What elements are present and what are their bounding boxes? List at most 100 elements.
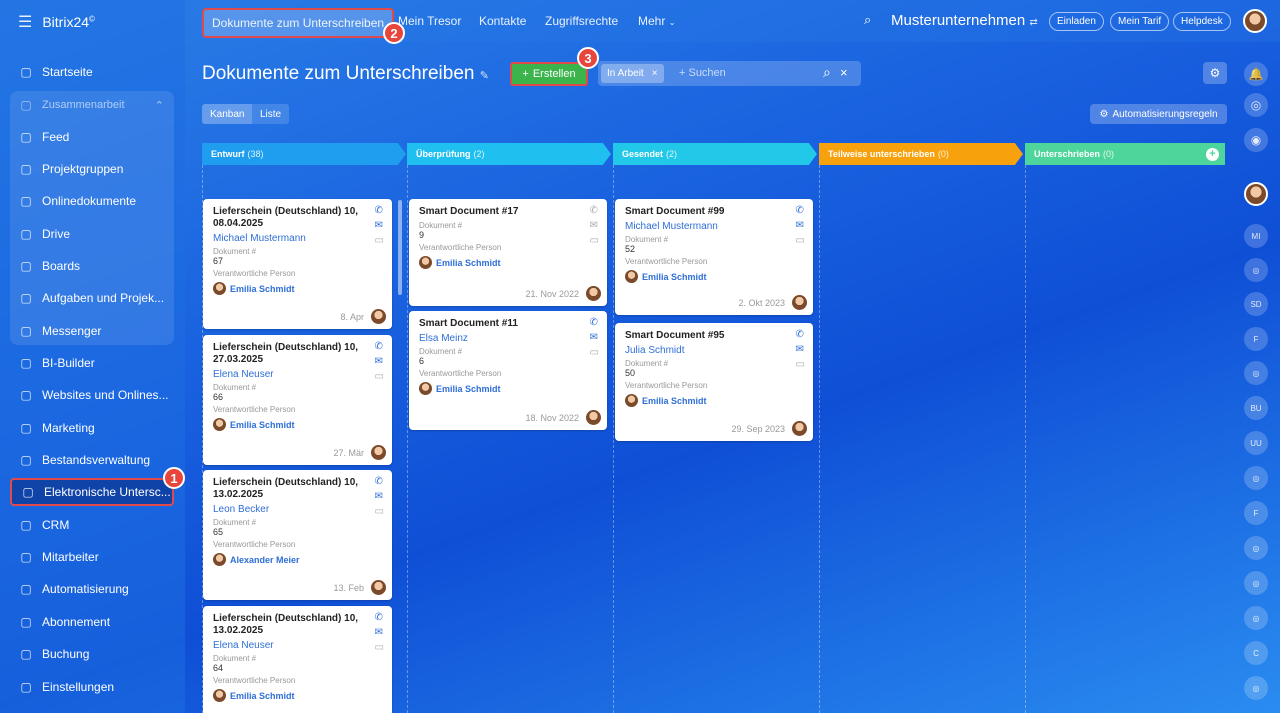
mail-icon[interactable]: ✉: [590, 332, 599, 343]
kanban-card[interactable]: Lieferschein (Deutschland) 10, 27.03.202…: [203, 335, 392, 465]
card-title[interactable]: Smart Document #99: [625, 206, 775, 218]
mail-icon[interactable]: ✉: [590, 220, 599, 231]
column-header[interactable]: Unterschrieben (0) +: [1025, 143, 1225, 165]
sidebar-item-3[interactable]: ▢ Projektgruppen: [10, 155, 174, 183]
sidebar-item-8[interactable]: ▢ Messenger: [10, 317, 174, 345]
chat-icon[interactable]: ▭: [375, 642, 384, 653]
tab-contacts[interactable]: Kontakte: [479, 14, 526, 28]
contact-avatar[interactable]: C: [1244, 641, 1268, 665]
avatar[interactable]: [1244, 182, 1268, 206]
chat-icon[interactable]: ◎: [1244, 606, 1268, 630]
phone-icon[interactable]: ✆: [590, 205, 599, 216]
helpdesk-button[interactable]: Helpdesk: [1173, 12, 1231, 31]
card-responsible[interactable]: Emilia Schmidt: [419, 256, 597, 269]
mail-icon[interactable]: ✉: [375, 491, 384, 502]
phone-icon[interactable]: ✆: [375, 612, 384, 623]
kanban-card[interactable]: Smart Document #95 Julia Schmidt Dokument …: [615, 323, 813, 441]
mail-icon[interactable]: ✉: [375, 356, 384, 367]
column-header[interactable]: Gesendet (2): [613, 143, 817, 165]
filter-chip[interactable]: In Arbeit ×: [601, 64, 664, 83]
chat-icon[interactable]: ◎: [1244, 361, 1268, 385]
search-icon[interactable]: ⌕: [823, 64, 831, 81]
avatar[interactable]: [586, 410, 601, 425]
avatar[interactable]: [586, 286, 601, 301]
kanban-card[interactable]: Smart Document #17 Dokument #9 Verantwortl…: [409, 199, 607, 306]
contact-avatar[interactable]: BU: [1244, 396, 1268, 420]
sidebar-item-15[interactable]: ▢ Mitarbeiter: [10, 543, 174, 571]
avatar[interactable]: [371, 445, 386, 460]
sidebar-item-0[interactable]: ▢ Startseite: [10, 58, 174, 86]
column-header[interactable]: Teilweise unterschrieben (0): [819, 143, 1023, 165]
sidebar-item-1[interactable]: ▢ Zusammenarbeit ⌃: [10, 91, 174, 119]
logo[interactable]: ☰ Bitrix24©: [18, 12, 95, 32]
avatar[interactable]: [792, 421, 807, 436]
chat-icon[interactable]: ◎: [1244, 258, 1268, 282]
search-input[interactable]: In Arbeit × + Suchen ⌕ ×: [598, 61, 861, 86]
invite-button[interactable]: Einladen: [1049, 12, 1104, 31]
sidebar-item-11[interactable]: ▢ Marketing: [10, 414, 174, 442]
kanban-card[interactable]: Lieferschein (Deutschland) 10, 13.02.202…: [203, 470, 392, 600]
sidebar-item-12[interactable]: ▢ Bestandsverwaltung: [10, 446, 174, 474]
contact-avatar[interactable]: SD: [1244, 292, 1268, 316]
card-responsible[interactable]: Emilia Schmidt: [625, 270, 803, 283]
card-responsible[interactable]: Emilia Schmidt: [213, 282, 382, 295]
chevron-up-icon[interactable]: ⌃: [155, 99, 164, 112]
card-title[interactable]: Smart Document #11: [419, 318, 569, 330]
card-title[interactable]: Lieferschein (Deutschland) 10, 08.04.202…: [213, 206, 363, 230]
card-responsible[interactable]: Emilia Schmidt: [419, 382, 597, 395]
mail-icon[interactable]: ✉: [375, 627, 384, 638]
scrollbar[interactable]: [398, 200, 402, 295]
chat-icon[interactable]: ▭: [590, 235, 599, 246]
menu-icon[interactable]: ☰: [18, 12, 32, 32]
kanban-card[interactable]: Lieferschein (Deutschland) 10, 13.02.202…: [203, 606, 392, 713]
view-kanban[interactable]: Kanban: [202, 104, 253, 124]
pin-icon[interactable]: ✎: [480, 70, 489, 82]
close-icon[interactable]: ×: [652, 68, 658, 79]
chat-icon[interactable]: ◉: [1244, 128, 1268, 152]
chat-icon[interactable]: ◎: [1244, 466, 1268, 490]
sidebar-item-17[interactable]: ▢ Abonnement: [10, 608, 174, 636]
add-column-icon[interactable]: +: [1206, 147, 1219, 161]
card-responsible[interactable]: Emilia Schmidt: [625, 394, 803, 407]
chat-icon[interactable]: ▭: [796, 235, 805, 246]
sidebar-item-13[interactable]: ▢ Elektronische Untersc...: [10, 478, 174, 506]
chat-icon[interactable]: ◎: [1244, 536, 1268, 560]
tab-access[interactable]: Zugriffsrechte: [545, 14, 618, 28]
company-name[interactable]: Musterunternehmen ⇄: [891, 12, 1038, 29]
kanban-card[interactable]: Smart Document #11 Elsa Meinz Dokument #6 V…: [409, 311, 607, 430]
card-client[interactable]: Leon Becker: [213, 504, 382, 515]
chat-icon[interactable]: ▭: [375, 371, 384, 382]
sidebar-item-5[interactable]: ▢ Drive: [10, 220, 174, 248]
history-icon[interactable]: ◎: [1244, 93, 1268, 117]
automation-button[interactable]: ⚙ Automatisierungsregeln: [1090, 104, 1227, 124]
chat-icon[interactable]: ▭: [590, 347, 599, 358]
card-title[interactable]: Smart Document #95: [625, 330, 775, 342]
sidebar-item-10[interactable]: ▢ Websites und Onlines...: [10, 381, 174, 409]
sidebar-item-16[interactable]: ▢ Automatisierung: [10, 575, 174, 603]
sidebar-item-14[interactable]: ▢ CRM: [10, 511, 174, 539]
tariff-button[interactable]: Mein Tarif: [1110, 12, 1170, 31]
card-client[interactable]: Elena Neuser: [213, 369, 382, 380]
mail-icon[interactable]: ✉: [375, 220, 384, 231]
card-responsible[interactable]: Alexander Meier: [213, 553, 382, 566]
column-header[interactable]: Entwurf (38): [202, 143, 406, 165]
sidebar-item-2[interactable]: ▢ Feed: [10, 123, 174, 151]
sidebar-item-19[interactable]: ▢ Einstellungen: [10, 673, 174, 701]
contact-avatar[interactable]: UU: [1244, 431, 1268, 455]
phone-icon[interactable]: ✆: [375, 205, 384, 216]
sidebar-item-4[interactable]: ▢ Onlinedokumente: [10, 187, 174, 215]
chat-icon[interactable]: ◎: [1244, 676, 1268, 700]
column-header[interactable]: Überprüfung (2): [407, 143, 611, 165]
tab-more[interactable]: Mehr ⌄: [638, 14, 675, 28]
chat-icon[interactable]: ▭: [796, 359, 805, 370]
tab-vault[interactable]: Mein Tresor: [398, 14, 461, 28]
chat-icon[interactable]: ▭: [375, 235, 384, 246]
kanban-card[interactable]: Smart Document #99 Michael Mustermann Doku…: [615, 199, 813, 315]
card-client[interactable]: Elena Neuser: [213, 640, 382, 651]
create-button[interactable]: + Erstellen: [510, 62, 588, 86]
mail-icon[interactable]: ✉: [796, 220, 805, 231]
phone-icon[interactable]: ✆: [375, 476, 384, 487]
tab-documents[interactable]: Dokumente zum Unterschreiben: [202, 8, 395, 38]
user-avatar[interactable]: [1243, 9, 1267, 33]
phone-icon[interactable]: ✆: [796, 329, 805, 340]
